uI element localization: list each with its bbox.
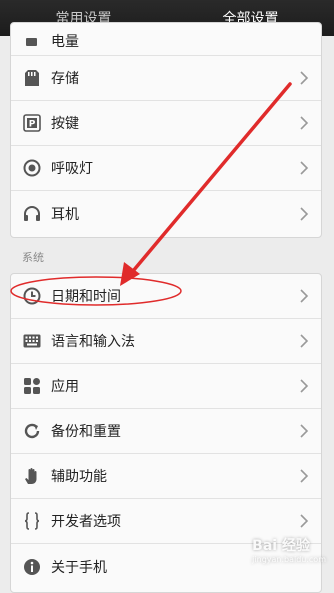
settings-row-label: 语言和输入法 — [51, 334, 135, 350]
settings-row-date-time[interactable]: 日期和时间 — [11, 274, 321, 319]
chevron-right-icon — [300, 334, 309, 348]
settings-row-apps[interactable]: 应用 — [11, 364, 321, 409]
settings-row-accessibility[interactable]: 辅助功能 — [11, 454, 321, 499]
settings-row-label: 辅助功能 — [51, 469, 107, 485]
chevron-right-icon — [300, 116, 309, 130]
settings-row-breathing-light[interactable]: 呼吸灯 — [11, 146, 321, 191]
chevron-right-icon — [300, 71, 309, 85]
settings-row-storage[interactable]: 存储 — [11, 56, 321, 101]
settings-row-label: 备份和重置 — [51, 424, 121, 440]
keyboard-icon — [23, 332, 41, 350]
settings-row-language-input[interactable]: 语言和输入法 — [11, 319, 321, 364]
settings-row-label: 日期和时间 — [51, 289, 121, 305]
chevron-right-icon — [300, 514, 309, 528]
settings-row-label: 关于手机 — [51, 559, 107, 576]
watermark-brand: Bai 经验 — [252, 538, 310, 554]
settings-row-headphones[interactable]: 耳机 — [11, 191, 321, 236]
breathing-light-icon — [23, 159, 41, 177]
device-settings-group: 电量 存储 P 按键 呼吸灯 耳机 — [10, 22, 322, 238]
battery-icon — [23, 33, 41, 51]
chevron-right-icon — [300, 379, 309, 393]
info-icon — [23, 558, 41, 576]
chevron-right-icon — [300, 289, 309, 303]
storage-icon — [23, 69, 41, 87]
settings-row-label: 耳机 — [51, 206, 79, 223]
settings-row-label: 开发者选项 — [51, 514, 121, 530]
settings-row-battery[interactable]: 电量 — [11, 23, 321, 56]
chevron-right-icon — [300, 424, 309, 438]
settings-row-label: 按键 — [51, 116, 79, 132]
clock-icon — [23, 287, 41, 305]
svg-text:P: P — [29, 120, 36, 130]
chevron-right-icon — [300, 206, 309, 221]
apps-icon — [23, 377, 41, 395]
settings-row-keys[interactable]: P 按键 — [11, 101, 321, 146]
backup-icon — [23, 422, 41, 440]
watermark-url: jingyan.baidu.com — [252, 555, 326, 564]
chevron-right-icon — [300, 161, 309, 175]
keys-icon: P — [23, 114, 41, 132]
settings-row-label: 存储 — [51, 71, 79, 87]
settings-row-backup-reset[interactable]: 备份和重置 — [11, 409, 321, 454]
section-title-system: 系统 — [22, 251, 44, 264]
hand-icon — [23, 467, 41, 485]
braces-icon — [23, 512, 41, 530]
settings-row-label: 呼吸灯 — [51, 161, 93, 177]
settings-row-label: 电量 — [51, 34, 79, 50]
chevron-right-icon — [300, 469, 309, 483]
headphones-icon — [23, 205, 41, 223]
settings-row-label: 应用 — [51, 379, 79, 395]
watermark: Bai 经验 jingyan.baidu.com — [252, 535, 326, 564]
